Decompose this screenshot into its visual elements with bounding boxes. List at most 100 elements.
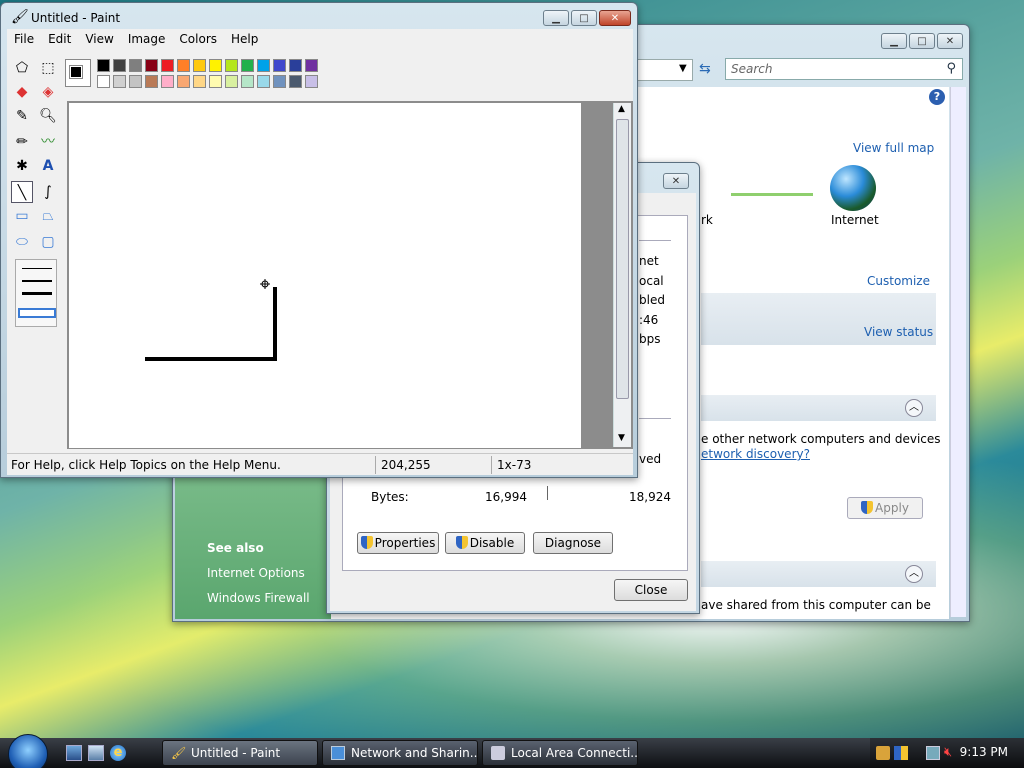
eraser-icon[interactable]: ◆ (11, 81, 33, 103)
windows-firewall-link[interactable]: Windows Firewall (207, 591, 310, 605)
palette-color-swatch[interactable] (129, 59, 142, 72)
menu-colors[interactable]: Colors (172, 29, 224, 49)
palette-color-swatch[interactable] (305, 59, 318, 72)
menu-edit[interactable]: Edit (41, 29, 78, 49)
properties-button[interactable]: Properties (357, 532, 439, 554)
palette-color-swatch[interactable] (241, 75, 254, 88)
palette-color-swatch[interactable] (193, 75, 206, 88)
task-paint[interactable]: 🖌 Untitled - Paint (162, 740, 318, 766)
palette-color-swatch[interactable] (161, 59, 174, 72)
close-button[interactable]: ✕ (937, 33, 963, 49)
vertical-scrollbar[interactable] (950, 87, 966, 617)
palette-color-swatch[interactable] (161, 75, 174, 88)
palette-color-swatch[interactable] (113, 75, 126, 88)
disable-button[interactable]: Disable (445, 532, 525, 554)
color-picker-icon[interactable]: ✎ (11, 105, 33, 127)
menu-file[interactable]: File (7, 29, 41, 49)
palette-color-swatch[interactable] (289, 75, 302, 88)
brush-icon[interactable]: 〰 (37, 131, 59, 153)
palette-color-swatch[interactable] (177, 75, 190, 88)
view-status-link[interactable]: View status (864, 325, 933, 339)
palette-color-swatch[interactable] (209, 59, 222, 72)
text-tool-icon[interactable]: A (37, 155, 59, 177)
collapse-chevron-icon[interactable]: ︿ (905, 399, 923, 417)
minimize-button[interactable]: ▁ (543, 10, 569, 26)
palette-color-swatch[interactable] (129, 75, 142, 88)
internet-explorer-icon[interactable]: e (110, 745, 126, 761)
apply-button[interactable]: Apply (847, 497, 923, 519)
rect-select-icon[interactable]: ⬚ (37, 57, 59, 79)
fill-bucket-icon[interactable]: ◈ (37, 81, 59, 103)
scrollbar-thumb[interactable] (616, 119, 629, 399)
rounded-rect-tool-icon[interactable]: ▢ (37, 231, 59, 253)
polygon-tool-icon[interactable]: ⏢ (37, 205, 59, 227)
tray-app-icon[interactable] (876, 746, 890, 760)
vertical-scrollbar[interactable]: ▲ ▼ (613, 103, 631, 447)
palette-color-swatch[interactable] (177, 59, 190, 72)
palette-color-swatch[interactable] (273, 75, 286, 88)
task-local-area-connection[interactable]: Local Area Connecti... (482, 740, 638, 766)
scroll-down-icon[interactable]: ▼ (618, 433, 625, 443)
line-width-3[interactable] (22, 292, 52, 295)
minimize-button[interactable]: ▁ (881, 33, 907, 49)
network-discovery-link[interactable]: etwork discovery? (701, 447, 810, 461)
palette-color-swatch[interactable] (145, 59, 158, 72)
palette-color-swatch[interactable] (273, 59, 286, 72)
line-width-1[interactable] (22, 268, 52, 269)
show-desktop-icon[interactable] (66, 745, 82, 761)
divider (639, 240, 671, 241)
clock[interactable]: 9:13 PM (960, 745, 1008, 759)
palette-color-swatch[interactable] (145, 75, 158, 88)
refresh-icon[interactable]: ⇆ (699, 61, 711, 77)
palette-color-swatch[interactable] (193, 59, 206, 72)
close-button[interactable]: Close (614, 579, 688, 601)
palette-color-swatch[interactable] (97, 75, 110, 88)
internet-options-link[interactable]: Internet Options (207, 566, 305, 580)
drawing-canvas[interactable] (69, 103, 581, 448)
menu-image[interactable]: Image (121, 29, 173, 49)
menu-help[interactable]: Help (224, 29, 265, 49)
chevron-down-icon[interactable]: ▼ (679, 63, 687, 74)
palette-color-swatch[interactable] (257, 75, 270, 88)
palette-color-swatch[interactable] (257, 59, 270, 72)
help-icon[interactable]: ? (929, 89, 945, 105)
palette-color-swatch[interactable] (289, 59, 302, 72)
palette-color-swatch[interactable] (97, 59, 110, 72)
line-width-2[interactable] (22, 280, 52, 282)
line-tool-icon[interactable]: ╲ (11, 181, 33, 203)
customize-link[interactable]: Customize (867, 274, 930, 288)
curve-tool-icon[interactable]: ∫ (37, 181, 59, 203)
palette-color-swatch[interactable] (209, 75, 222, 88)
close-button[interactable]: ✕ (599, 10, 631, 26)
palette-color-swatch[interactable] (225, 59, 238, 72)
close-icon[interactable]: ✕ (663, 173, 689, 189)
security-icon[interactable] (894, 746, 908, 760)
airbrush-icon[interactable]: ✱ (11, 155, 33, 177)
ellipse-tool-icon[interactable]: ⬭ (11, 231, 33, 253)
line-width-4-selected[interactable] (18, 308, 56, 318)
maximize-button[interactable]: □ (571, 10, 597, 26)
palette-color-swatch[interactable] (225, 75, 238, 88)
rectangle-tool-icon[interactable]: ▭ (11, 205, 33, 227)
search-icon[interactable]: ⚲ (946, 61, 956, 76)
search-input[interactable]: Search ⚲ (725, 58, 963, 80)
palette-color-swatch[interactable] (305, 75, 318, 88)
line-width-selector[interactable] (15, 259, 57, 327)
diagnose-button[interactable]: Diagnose (533, 532, 613, 554)
view-full-map-link[interactable]: View full map (853, 141, 934, 155)
scroll-up-icon[interactable]: ▲ (618, 104, 625, 114)
free-select-icon[interactable]: ⬠ (11, 57, 33, 79)
network-status-icon[interactable] (926, 746, 940, 760)
maximize-button[interactable]: □ (909, 33, 935, 49)
palette-color-swatch[interactable] (113, 59, 126, 72)
task-network-sharing[interactable]: Network and Sharin... (322, 740, 478, 766)
start-button[interactable] (8, 734, 48, 768)
pencil-icon[interactable]: ✏ (11, 131, 33, 153)
volume-muted-icon[interactable]: 🔇︎ (944, 745, 952, 760)
palette-color-swatch[interactable] (241, 59, 254, 72)
menu-view[interactable]: View (78, 29, 120, 49)
collapse-chevron-icon[interactable]: ︿ (905, 565, 923, 583)
switch-windows-icon[interactable] (88, 745, 104, 761)
magnifier-icon[interactable]: 🔍︎ (37, 105, 59, 127)
divider (639, 418, 671, 419)
